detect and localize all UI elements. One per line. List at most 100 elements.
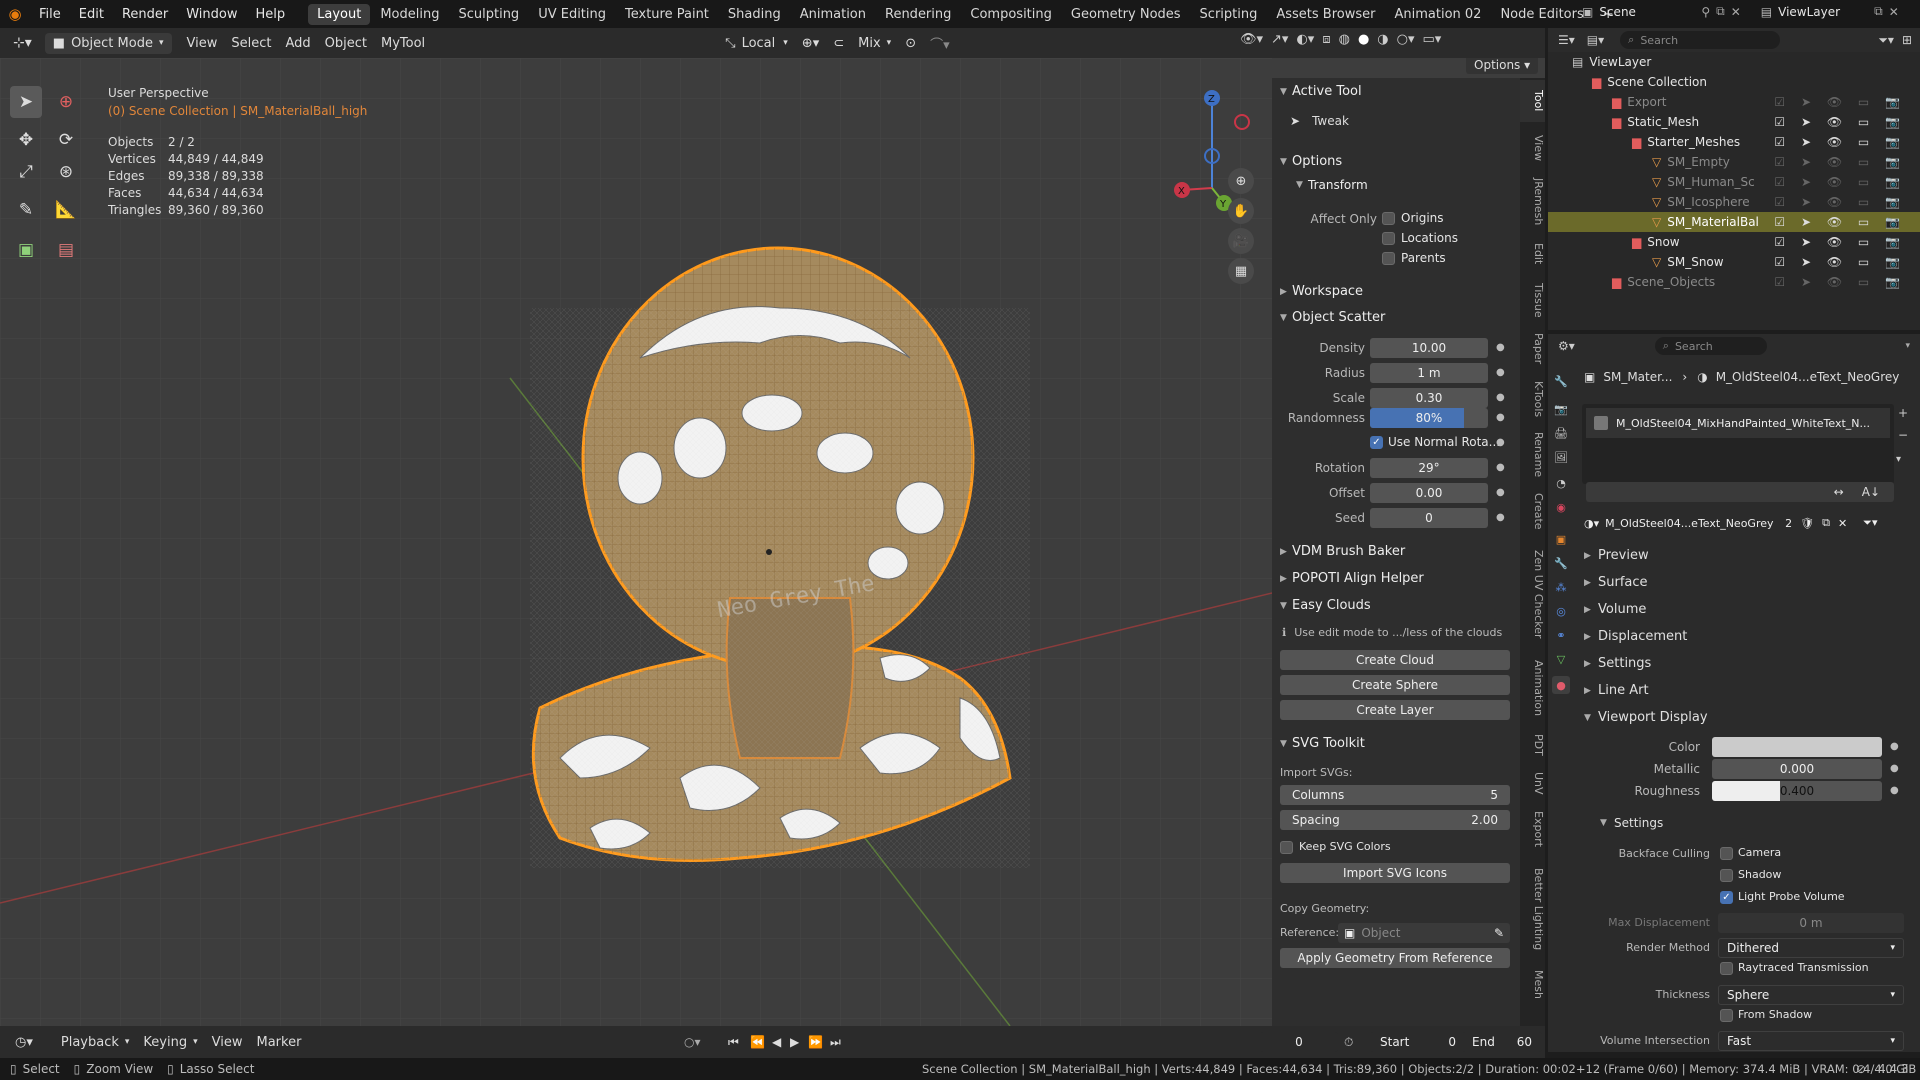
visibility-toggles[interactable]: ☑ ➤ 👁 ▭ 📷: [1774, 155, 1906, 169]
rendered-shading-icon[interactable]: ○▾: [1397, 32, 1415, 47]
surface-panel-header[interactable]: ▶ Surface: [1584, 575, 1648, 590]
wireframe-shading-icon[interactable]: ◍: [1339, 32, 1350, 47]
jump-end-icon[interactable]: ⏭: [830, 1035, 841, 1050]
tab-edit[interactable]: Edit: [1520, 236, 1545, 272]
locations-checkbox[interactable]: [1382, 232, 1395, 245]
keyframe-dot-icon[interactable]: ●: [1890, 763, 1899, 774]
visibility-toggles[interactable]: ☑ ➤ 👁 ▭ 📷: [1774, 255, 1906, 269]
play-reverse-icon[interactable]: ◀: [772, 1035, 781, 1049]
randomness-slider[interactable]: 80%: [1370, 408, 1488, 428]
stopwatch-icon[interactable]: ⏱: [1344, 1035, 1353, 1050]
slot-menu-icon[interactable]: ▾: [1896, 454, 1901, 465]
tab-assets-browser[interactable]: Assets Browser: [1267, 4, 1384, 25]
cursor-tool-icon[interactable]: ⊕: [50, 86, 82, 118]
current-frame-field[interactable]: 0: [1260, 1032, 1338, 1052]
duplicate-material-icon[interactable]: ⧉: [1822, 516, 1830, 530]
tab-texture-paint[interactable]: Texture Paint: [616, 4, 718, 25]
visibility-toggles[interactable]: ☑ ➤ 👁 ▭ 📷: [1774, 275, 1906, 289]
menu-render[interactable]: Render: [113, 7, 177, 22]
view-layer-props-icon[interactable]: 🖼: [1552, 448, 1570, 466]
material-shading-icon[interactable]: ◑: [1377, 32, 1388, 47]
visibility-toggles[interactable]: ☑ ➤ 👁 ▭ 📷: [1774, 95, 1906, 109]
camera-view-icon[interactable]: 🎥: [1228, 228, 1254, 254]
keyframe-dot-icon[interactable]: ●: [1890, 785, 1899, 796]
keyframe-dot-icon[interactable]: ●: [1496, 512, 1505, 523]
tab-rename[interactable]: Rename: [1520, 428, 1545, 482]
tab-zen-uv-checker[interactable]: Zen UV Checker: [1520, 540, 1545, 648]
transform-orientation-dropdown[interactable]: ⤡ Local ▾: [718, 34, 795, 53]
annotate-tool-icon[interactable]: ✎: [10, 194, 42, 226]
menu-window[interactable]: Window: [177, 7, 246, 22]
visibility-toggles[interactable]: ☑ ➤ 👁 ▭ 📷: [1774, 195, 1906, 209]
easy-clouds-header[interactable]: ▼ Easy Clouds: [1280, 598, 1371, 613]
outliner-row[interactable]: ▽ SM_Snow ☑ ➤ 👁 ▭ 📷: [1548, 252, 1920, 272]
roughness-slider[interactable]: 0.400: [1712, 781, 1882, 801]
keyframe-dot-icon[interactable]: ●: [1496, 462, 1505, 473]
visibility-toggles[interactable]: ☑ ➤ 👁 ▭ 📷: [1774, 215, 1906, 229]
new-collection-icon[interactable]: ⊞: [1902, 33, 1912, 47]
volume-intersection-dropdown[interactable]: Fast ▾: [1718, 1031, 1904, 1051]
popoti-header[interactable]: ▶ POPOTI Align Helper: [1280, 571, 1424, 586]
tab-tissue[interactable]: Tissue: [1520, 276, 1545, 324]
tab-view[interactable]: View: [1520, 128, 1545, 168]
prev-keyframe-icon[interactable]: ⏪: [750, 1035, 765, 1049]
tab-mesh[interactable]: Mesh: [1520, 964, 1545, 1004]
fake-user-icon[interactable]: 🛡: [1800, 517, 1814, 530]
output-props-icon[interactable]: 🖨: [1552, 424, 1570, 442]
outliner-row[interactable]: ▆ Scene Collection: [1548, 72, 1920, 92]
properties-search[interactable]: ⌕ Search: [1654, 337, 1767, 355]
tab-unv[interactable]: UnV: [1520, 766, 1545, 800]
options-header[interactable]: ▼ Options: [1280, 154, 1342, 169]
reference-field[interactable]: ▣ Object ✎: [1338, 923, 1510, 943]
menu-keying[interactable]: Keying ▾: [136, 1033, 204, 1052]
pan-hand-icon[interactable]: ✋: [1228, 198, 1254, 224]
play-icon[interactable]: ▶: [790, 1035, 799, 1049]
chevron-down-icon[interactable]: ▾: [1905, 341, 1910, 351]
radius-field[interactable]: 1 m: [1370, 363, 1488, 383]
display-mode-icon[interactable]: ▤▾: [1587, 33, 1604, 47]
seed-field[interactable]: 0: [1370, 508, 1488, 528]
zoom-icon[interactable]: ⊕: [1228, 168, 1254, 194]
filter-icon[interactable]: ⏷▾: [1878, 33, 1894, 48]
origins-checkbox[interactable]: [1382, 212, 1395, 225]
create-layer-button[interactable]: Create Layer: [1280, 700, 1510, 720]
keyframe-dot-icon[interactable]: ●: [1496, 487, 1505, 498]
physics-props-icon[interactable]: ◎: [1552, 602, 1570, 620]
proportional-edit-icon[interactable]: ⊙: [898, 34, 923, 53]
new-scene-icon[interactable]: ⧉: [1716, 4, 1725, 19]
tab-node-editors[interactable]: Node Editors: [1491, 4, 1592, 25]
spacing-field[interactable]: Spacing 2.00: [1280, 810, 1510, 830]
keep-svg-colors-checkbox[interactable]: [1280, 841, 1293, 854]
xray-icon[interactable]: ⧈: [1322, 32, 1330, 47]
solid-shading-icon[interactable]: ●: [1358, 32, 1369, 47]
tab-animation-02[interactable]: Animation 02: [1385, 4, 1490, 25]
move-tool-icon[interactable]: ✥: [10, 124, 42, 156]
material-sphere-icon[interactable]: ◑▾: [1584, 517, 1599, 530]
outliner-search[interactable]: ⌕ Search: [1620, 31, 1781, 49]
svg-toolkit-header[interactable]: ▼ SVG Toolkit: [1280, 736, 1365, 751]
from-shadow-checkbox[interactable]: [1720, 1009, 1733, 1022]
menu-object[interactable]: Object: [318, 34, 374, 53]
tab-modeling[interactable]: Modeling: [371, 4, 448, 25]
gizmo-toggle-icon[interactable]: ↗▾: [1271, 32, 1288, 47]
import-svg-icons-button[interactable]: Import SVG Icons: [1280, 863, 1510, 883]
world-props-icon[interactable]: ◉: [1552, 498, 1570, 516]
resize-icon[interactable]: ↔: [1834, 485, 1844, 499]
tab-uv-editing[interactable]: UV Editing: [529, 4, 615, 25]
transform-header[interactable]: ▼ Transform: [1296, 178, 1368, 192]
pivot-icon[interactable]: ⊕▾: [795, 34, 826, 53]
measure-tool-icon[interactable]: 📐: [50, 194, 82, 226]
delete-scene-icon[interactable]: ✕: [1731, 5, 1741, 19]
camera-checkbox[interactable]: [1720, 847, 1733, 860]
volume-panel-header[interactable]: ▶ Volume: [1584, 602, 1646, 617]
tab-scripting[interactable]: Scripting: [1191, 4, 1267, 25]
light-probe-checkbox[interactable]: ✓: [1720, 891, 1733, 904]
thickness-dropdown[interactable]: Sphere ▾: [1718, 985, 1904, 1005]
snap-icon[interactable]: ⊂: [826, 34, 851, 53]
add-cube-tool-icon[interactable]: ▣: [10, 234, 42, 266]
slot-add-icon[interactable]: +: [1898, 406, 1908, 420]
visibility-toggles[interactable]: ☑ ➤ 👁 ▭ 📷: [1774, 175, 1906, 189]
auto-key-icon[interactable]: ○▾: [684, 1035, 701, 1049]
tab-animation[interactable]: Animation: [791, 4, 875, 25]
snap-mode-dropdown[interactable]: Mix ▾: [851, 34, 898, 53]
